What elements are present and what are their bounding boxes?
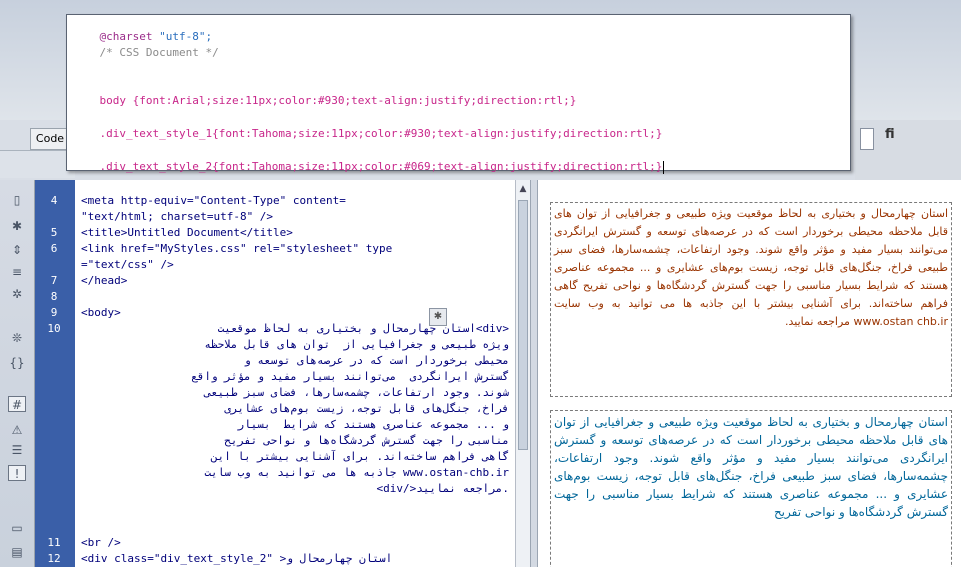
view-splitter[interactable] [530, 180, 538, 567]
design-paragraph-style-2[interactable]: استان چهارمحال و بختیاری به لحاظ موقعیت … [550, 410, 952, 567]
line-number-gutter: 4 5 6 7 8 9 10 11 12 [35, 180, 75, 567]
css-line-comment[interactable]: /* CSS Document */ [73, 33, 219, 72]
line-number: 9 [50, 306, 58, 319]
collapse-tag-icon[interactable]: ✱ [8, 218, 26, 234]
scroll-up-arrow-icon[interactable]: ▲ [516, 182, 530, 196]
code-line[interactable]: "text/html; charset=utf-8" /> [81, 210, 273, 223]
css-selector-style-2: .div_text_style_2 [99, 160, 213, 173]
line-number: 8 [50, 290, 58, 303]
line-numbers-icon[interactable]: # [8, 396, 26, 412]
code-line[interactable]: <body> [81, 306, 121, 319]
scroll-thumb[interactable] [518, 200, 528, 450]
comment-icon[interactable]: ▭ [8, 520, 26, 536]
line-number: 11 [47, 536, 61, 549]
word-wrap-icon[interactable]: ☰ [8, 442, 26, 458]
editor-main: ▯ ✱ ⇕ ≡ ✲ ❊ {} # ⚠ ☰ ! ▭ ▤ 4 5 6 7 8 9 1… [0, 180, 961, 567]
code-line[interactable]: ="text/css" /> [81, 258, 174, 271]
code-line[interactable]: <meta http-equiv="Content-Type" content= [81, 194, 346, 207]
code-line[interactable]: محیطی برخوردار است که در عرصه‌های توسعه … [81, 354, 509, 367]
code-line[interactable]: <link href="MyStyles.css" rel="styleshee… [81, 242, 392, 255]
code-line[interactable]: <div class="div_text_style_2" >استان چها… [81, 552, 392, 565]
css-editor-popup[interactable]: @charset "utf-8"; /* CSS Document */ bod… [66, 14, 851, 174]
collapse-selection-icon[interactable]: ≡ [8, 264, 26, 280]
css-comment: /* CSS Document */ [99, 46, 219, 59]
code-line[interactable]: ویژه طبیعی و جغرافیایی از توان های قابل … [81, 338, 509, 351]
css-declaration-body: {font:Arial;size:11px;color:#930;text-al… [126, 94, 577, 107]
code-line[interactable]: و ... مجموعه عناصری هستند که شرایط بسیار [81, 418, 509, 431]
design-view[interactable]: استان چهارمحال و بختیاری به لحاظ موقعیت … [538, 180, 961, 567]
line-number: 6 [50, 242, 58, 255]
css-declaration-style-2: {font:Tahoma;size:11px;color:#069;text-a… [212, 160, 663, 173]
code-line[interactable]: گاهی فراهم ساخته‌اند. برای آشنایی بیشتر … [81, 450, 509, 463]
code-line[interactable]: <title>Untitled Document</title> [81, 226, 293, 239]
document-toolbar [0, 150, 75, 178]
code-line[interactable]: .مراجعه نمایید</div> [81, 482, 509, 495]
snippet-icon[interactable]: ▤ [8, 544, 26, 560]
code-line[interactable]: <br /> [81, 536, 121, 549]
code-line[interactable]: www.ostan-chb.ir جاذبه ها می توانید به و… [81, 466, 509, 479]
expand-all-icon[interactable]: ⇕ [8, 242, 26, 258]
balance-braces-icon[interactable]: ❊ [8, 330, 26, 346]
css-selector-body: body [99, 94, 127, 107]
line-number: 5 [50, 226, 58, 239]
open-documents-icon[interactable]: ▯ [8, 192, 26, 208]
code-line[interactable]: مناسبی را جهت گسترش گردشگاه‌ها و نواحی ت… [81, 434, 509, 447]
syntax-error-icon[interactable]: ! [8, 465, 26, 481]
refresh-icon[interactable]: ﬁ [885, 127, 895, 142]
code-line[interactable]: فراخ، جنگل‌های قابل توجه، زیست بوم‌های ع… [81, 402, 509, 415]
code-line[interactable]: شوند. وجود ارتفاعات، چشمه‌سارها، فضای سب… [81, 386, 509, 399]
css-declaration-style-1: {font:Tahoma;size:11px;color:#930;text-a… [212, 127, 663, 140]
text-caret [663, 160, 665, 174]
line-number: 12 [47, 552, 61, 565]
code-view-button[interactable]: Code [30, 128, 70, 150]
head-content-icon[interactable]: ✱ [429, 308, 447, 326]
line-number: 4 [50, 194, 58, 207]
code-line[interactable]: </head> [81, 274, 127, 287]
line-number: 10 [47, 322, 61, 335]
coding-toolbar: ▯ ✱ ⇕ ≡ ✲ ❊ {} # ⚠ ☰ ! ▭ ▤ [0, 180, 35, 567]
code-line[interactable]: گسترش ایرانگردی می‌توانند بسیار مفید و م… [81, 370, 509, 383]
code-editor[interactable]: <meta http-equiv="Content-Type" content=… [75, 180, 515, 567]
design-paragraph-style-1[interactable]: استان چهارمحال و بختیاری به لحاظ موقعیت … [550, 202, 952, 397]
css-selector-style-1: .div_text_style_1 [99, 127, 213, 140]
braces-icon[interactable]: {} [8, 355, 26, 371]
line-number: 7 [50, 274, 58, 287]
code-scrollbar[interactable]: ▲ [515, 180, 530, 567]
toolbar-input[interactable] [860, 128, 874, 150]
highlight-invalid-icon[interactable]: ⚠ [8, 422, 26, 438]
select-parent-tag-icon[interactable]: ✲ [8, 286, 26, 302]
